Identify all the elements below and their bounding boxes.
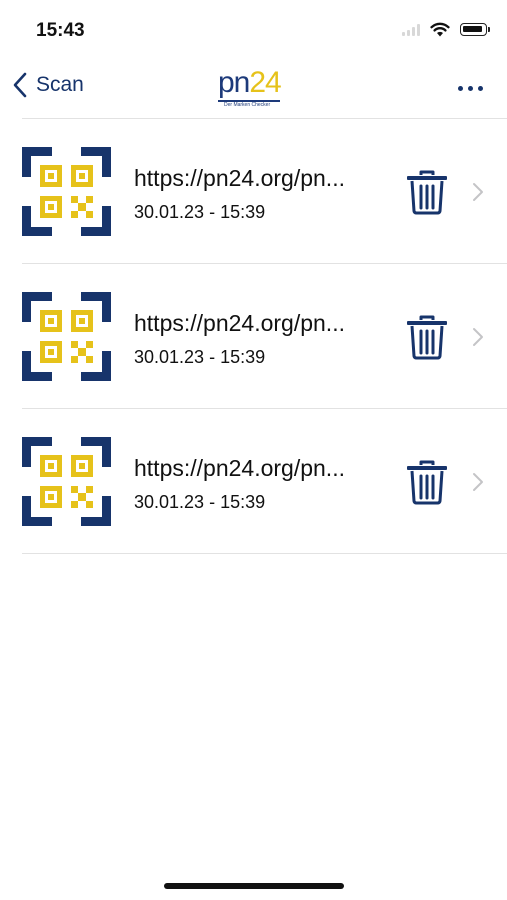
item-date: 30.01.23 - 15:39 bbox=[134, 202, 266, 222]
item-url: https://pn24.org/pn... bbox=[134, 455, 345, 481]
logo-text-pn: pn bbox=[218, 66, 250, 99]
status-icons bbox=[402, 22, 490, 37]
pn24-logo: pn24 Der Marken Checker bbox=[218, 66, 282, 108]
qr-code-icon bbox=[22, 147, 111, 236]
trash-icon[interactable] bbox=[404, 169, 450, 215]
status-time: 15:43 bbox=[36, 20, 85, 41]
trash-icon[interactable] bbox=[404, 314, 450, 360]
scan-history-list: https://pn24.org/pn... 30.01.23 - 15:39 bbox=[0, 118, 507, 554]
wifi-icon bbox=[430, 22, 450, 37]
item-text: https://pn24.org/pn... 30.01.23 - 15:39 bbox=[134, 455, 384, 513]
list-item[interactable]: https://pn24.org/pn... 30.01.23 - 15:39 bbox=[0, 119, 507, 263]
item-text: https://pn24.org/pn... 30.01.23 - 15:39 bbox=[134, 310, 384, 368]
qr-code-icon bbox=[22, 437, 111, 526]
qr-code-icon bbox=[22, 292, 111, 381]
chevron-left-icon bbox=[13, 72, 27, 98]
logo-subtitle: Der Marken Checker bbox=[224, 102, 271, 108]
home-indicator[interactable] bbox=[164, 883, 344, 889]
more-button[interactable] bbox=[458, 86, 483, 91]
list-item[interactable]: https://pn24.org/pn... 30.01.23 - 15:39 bbox=[0, 264, 507, 408]
status-bar: 15:43 bbox=[0, 0, 507, 62]
signal-icon bbox=[402, 23, 420, 36]
navigation-bar: Scan pn24 Der Marken Checker bbox=[0, 62, 507, 118]
item-url: https://pn24.org/pn... bbox=[134, 310, 345, 336]
item-date: 30.01.23 - 15:39 bbox=[134, 492, 266, 512]
divider bbox=[22, 553, 507, 554]
trash-icon[interactable] bbox=[404, 459, 450, 505]
battery-icon bbox=[460, 23, 490, 36]
logo-text-num: 24 bbox=[249, 66, 281, 99]
chevron-right-icon bbox=[473, 473, 483, 491]
chevron-right-icon bbox=[473, 183, 483, 201]
item-text: https://pn24.org/pn... 30.01.23 - 15:39 bbox=[134, 165, 384, 223]
chevron-right-icon bbox=[473, 328, 483, 346]
back-label: Scan bbox=[36, 73, 84, 96]
item-url: https://pn24.org/pn... bbox=[134, 165, 345, 191]
back-button[interactable]: Scan bbox=[12, 72, 84, 98]
logo-text: pn24 bbox=[218, 66, 282, 100]
list-item[interactable]: https://pn24.org/pn... 30.01.23 - 15:39 bbox=[0, 409, 507, 553]
item-date: 30.01.23 - 15:39 bbox=[134, 347, 266, 367]
more-horizontal-icon bbox=[458, 86, 463, 91]
